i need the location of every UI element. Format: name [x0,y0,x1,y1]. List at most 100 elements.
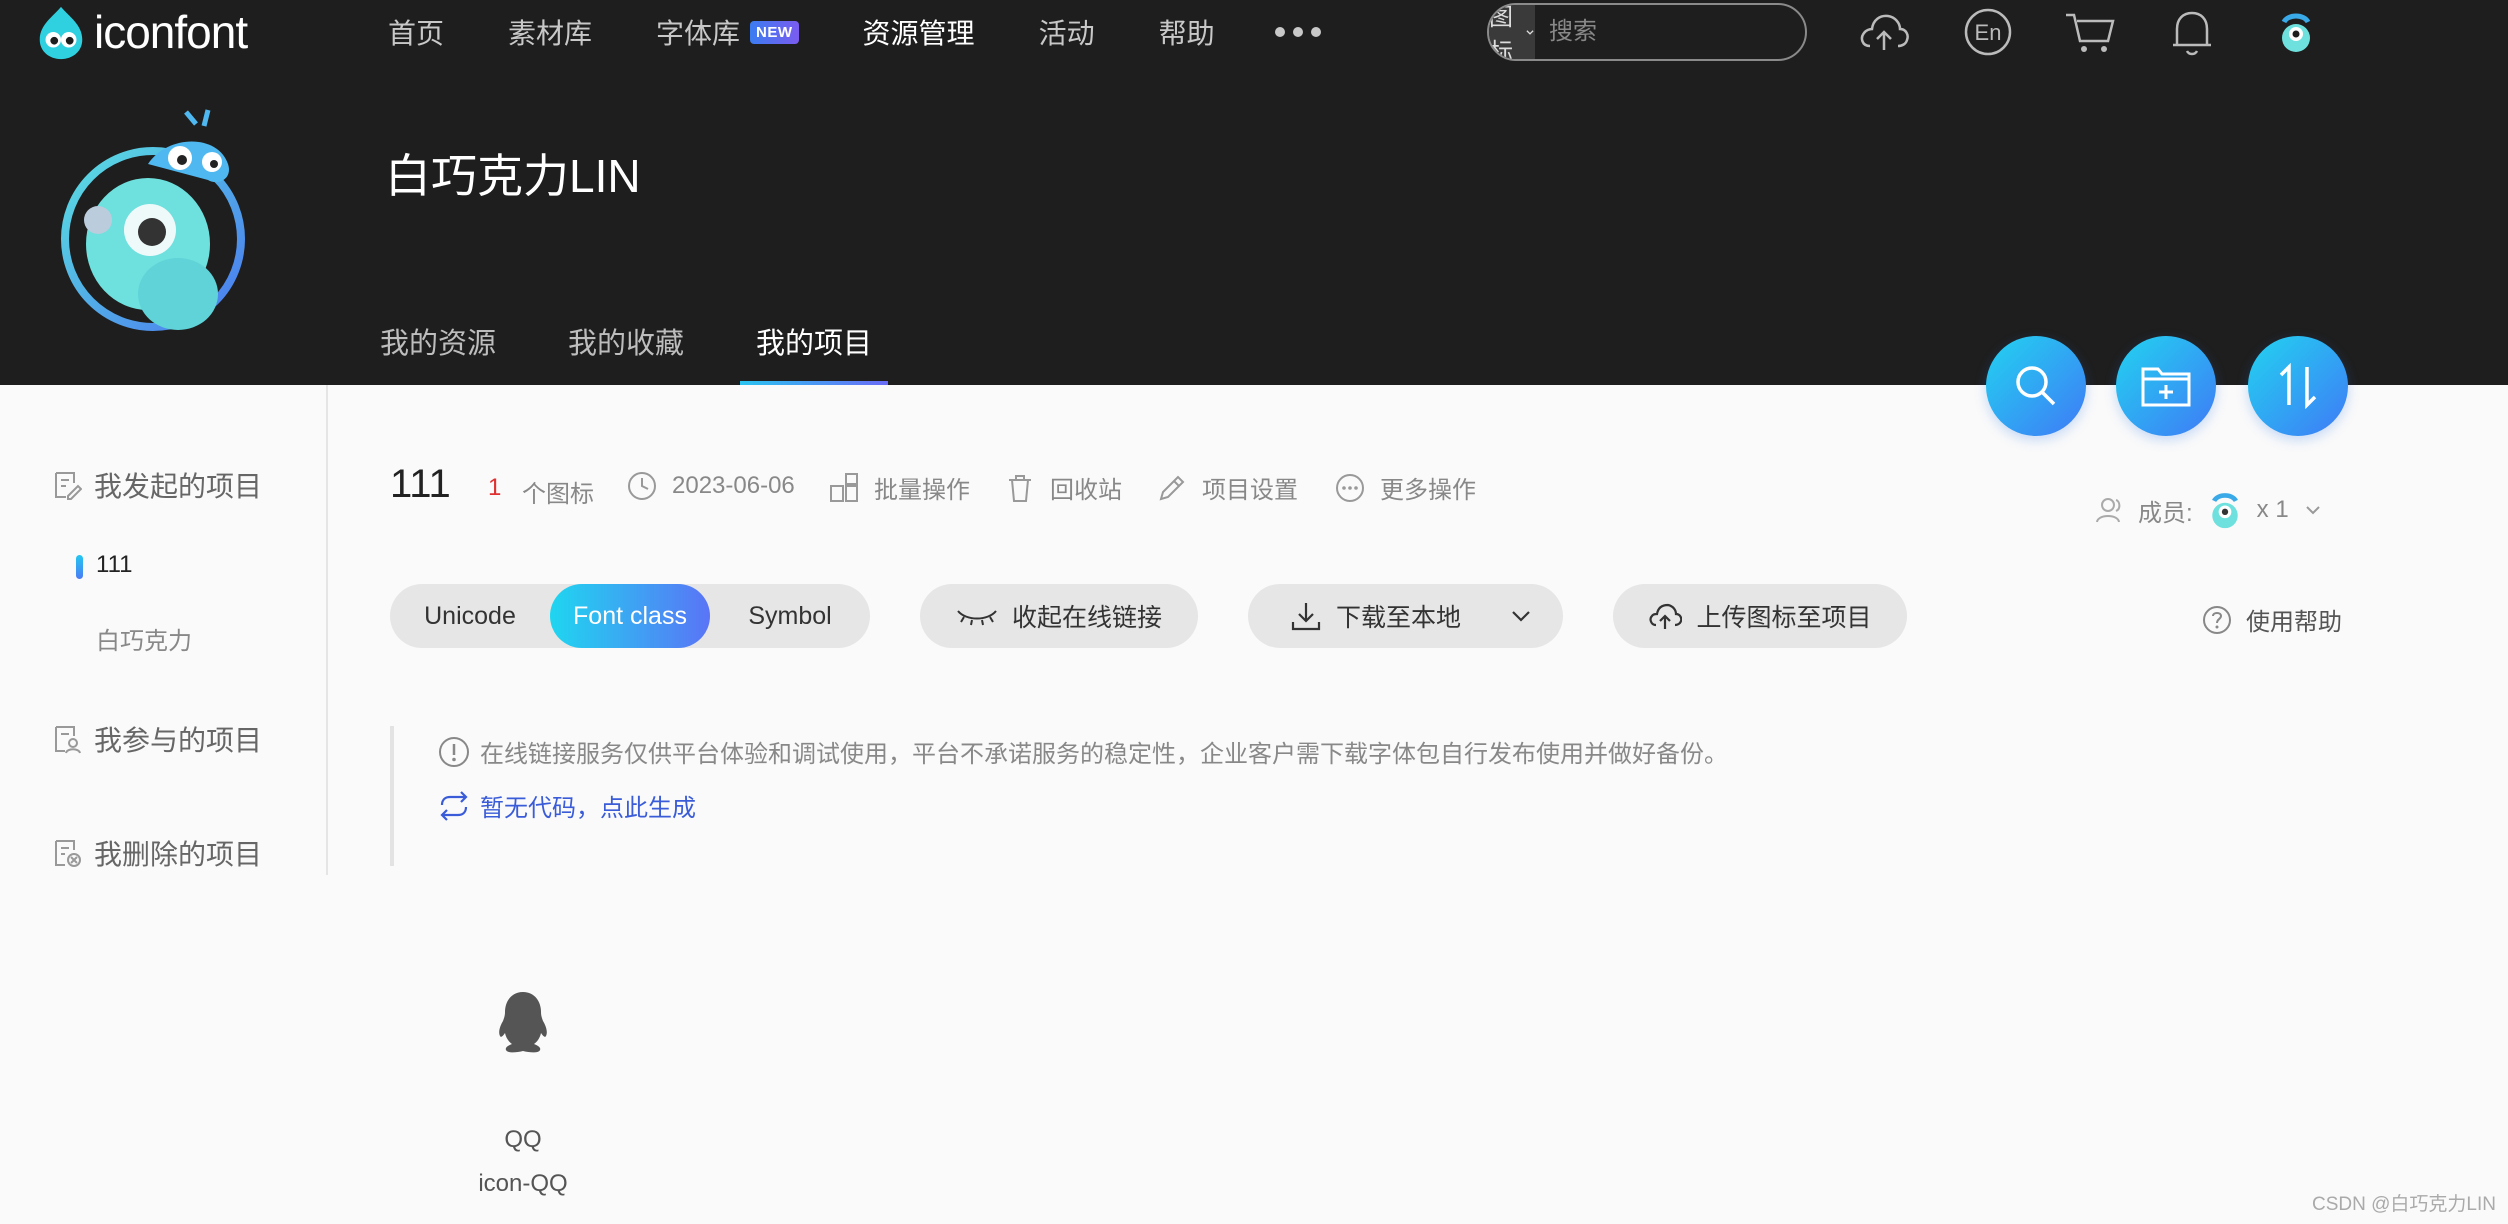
project-settings-button[interactable]: 项目设置 [1156,470,1298,505]
upload-label: 上传图标至项目 [1696,604,1872,632]
profile-tabs: 我的资源 我的收藏 我的项目 [380,300,944,385]
member-avatar [2211,493,2238,529]
recycle-bin-button[interactable]: 回收站 [1004,470,1122,505]
generate-link-label: 暂无代码，点此生成 [480,795,696,822]
question-circle-icon [2203,605,2231,634]
refresh-icon [440,790,468,821]
collapse-online-link-button[interactable]: 收起在线链接 [920,584,1198,648]
sidebar-group-my-initiated[interactable]: 我发起的项目 [52,465,262,505]
user-doc-icon [55,726,81,754]
sidebar-group-label: 我发起的项目 [94,471,263,502]
collapse-link-label: 收起在线链接 [1011,604,1162,632]
icon-card-qq[interactable]: QQ icon-QQ [438,990,608,1210]
nav-help[interactable]: 帮助 [1159,12,1215,52]
logo-text: iconfont [94,6,248,58]
qq-penguin-icon [499,992,547,1053]
bell-icon[interactable] [2166,8,2218,56]
language-en-icon[interactable]: En [1962,8,2014,56]
download-local-button[interactable]: 下载至本地 [1248,584,1563,648]
user-avatar-icon[interactable] [2270,8,2322,56]
icon-count: 1 [488,474,502,501]
date-text: 2023-06-06 [672,472,795,499]
sidebar-group-my-participated[interactable]: 我参与的项目 [52,719,262,759]
search-type-select[interactable]: 图标 [1489,5,1535,59]
sidebar-project-label: 111 [96,551,133,578]
cart-icon[interactable] [2064,8,2116,56]
logo[interactable]: iconfont [32,2,248,62]
nav-home[interactable]: 首页 [388,12,444,52]
online-link-notice: 在线链接服务仅供平台体验和调试使用，平台不承诺服务的稳定性，企业客户需下载字体包… [390,726,2430,866]
nav-activities[interactable]: 活动 [1039,12,1095,52]
format-symbol[interactable]: Symbol [710,584,870,648]
sidebar-group-my-deleted[interactable]: 我删除的项目 [52,833,262,873]
download-label: 下载至本地 [1336,604,1462,632]
project-name: 111 [390,462,451,506]
icon-class-name: icon-QQ [478,1170,568,1197]
sidebar-group-label: 我删除的项目 [94,839,263,870]
sidebar-group-label: 我参与的项目 [94,725,263,756]
help-label: 使用帮助 [2246,609,2342,636]
chevron-down-icon [2305,506,2320,515]
nav-materials[interactable]: 素材库 [508,12,592,52]
search-icon [2016,366,2056,406]
project-date: 2023-06-06 [626,470,795,502]
trash-icon [1009,474,1031,502]
members-dropdown[interactable]: 成员: x 1 [2094,488,2323,532]
new-badge: NEW [750,20,799,44]
search-project-button[interactable] [1986,336,2086,436]
search-input[interactable] [1535,5,1805,59]
more-dots-icon[interactable] [1274,27,1321,37]
chevron-down-icon [1526,30,1534,35]
main-nav: 首页 素材库 字体库 NEW 资源管理 活动 帮助 [388,0,1321,64]
tab-my-projects[interactable]: 我的项目 [740,300,889,385]
generate-code-link[interactable]: 暂无代码，点此生成 [438,788,696,823]
tab-my-resources[interactable]: 我的资源 [380,300,496,385]
upload-cloud-icon[interactable] [1858,8,1910,56]
members-count: x 1 [2256,496,2289,523]
eye-closed-icon [957,610,997,626]
nav-label: 首页 [388,18,445,49]
batch-operation-button[interactable]: 批量操作 [828,470,970,505]
sidebar-project-baiqiaokeli[interactable]: 白巧克力 [96,621,192,656]
upload-icons-button[interactable]: 上传图标至项目 [1613,584,1907,648]
header: iconfont 首页 素材库 字体库 NEW 资源管理 活动 帮助 图标 En [0,0,2508,385]
icon-count-label: 个图标 [522,481,594,508]
usage-help-link[interactable]: 使用帮助 [2202,602,2342,637]
members-icon [2096,498,2121,523]
profile-avatar[interactable] [58,104,268,344]
nav-label: 帮助 [1158,18,1215,49]
search-type-label: 图标 [1489,4,1513,61]
delete-doc-icon [55,840,81,867]
pencil-icon [1159,475,1185,500]
format-font-class[interactable]: Font class [550,584,710,648]
nav-label: 字体库 [656,18,741,49]
tab-my-favorites[interactable]: 我的收藏 [568,300,684,385]
nav-fonts[interactable]: 字体库 NEW [656,12,799,52]
nav-resource-management[interactable]: 资源管理 [863,12,975,52]
more-operations-button[interactable]: 更多操作 [1334,470,1476,505]
format-unicode[interactable]: Unicode [390,584,550,648]
trash-label: 回收站 [1050,477,1122,504]
settings-label: 项目设置 [1202,477,1298,504]
upload-cloud-icon [1650,603,1683,629]
sidebar-project-111[interactable]: 111 [76,551,133,579]
clock-icon [628,472,656,500]
sort-button[interactable] [2248,336,2348,436]
notice-text: 在线链接服务仅供平台体验和调试使用，平台不承诺服务的稳定性，企业客户需下载字体包… [480,741,1728,768]
iconfont-logo-icon [39,6,83,60]
nav-label: 素材库 [508,18,593,49]
search-box: 图标 [1487,3,1807,61]
folder-add-icon [2141,367,2191,407]
batch-label: 批量操作 [874,477,970,504]
icon-name: QQ [504,1126,542,1153]
nav-label: 活动 [1038,18,1095,49]
edit-doc-icon [55,472,82,500]
more-circle-icon [1336,473,1364,502]
svg-text:En: En [1975,20,2002,45]
sidebar-project-label: 白巧克力 [96,628,192,655]
nav-label: 资源管理 [862,18,975,49]
new-project-button[interactable] [2116,336,2216,436]
project-sidebar: 我发起的项目 111 白巧克力 我参与的项目 我删除的项目 [0,385,328,875]
chevron-down-icon[interactable] [1509,604,1533,628]
batch-grid-icon [830,472,858,502]
